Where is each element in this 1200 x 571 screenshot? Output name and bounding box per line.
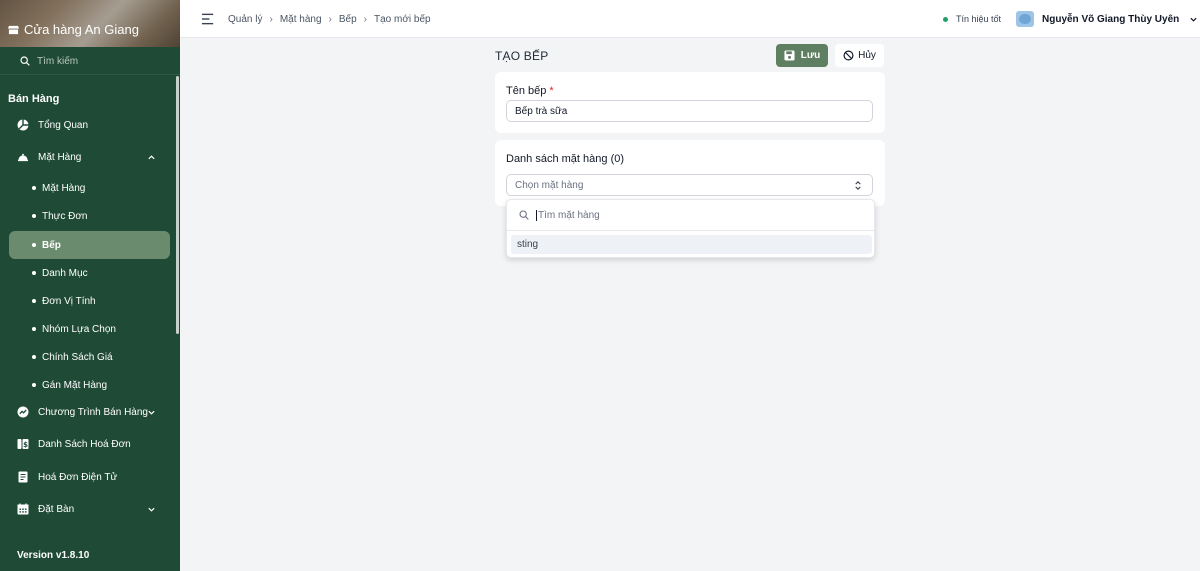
sidebar-item-overview[interactable]: Tổng Quan xyxy=(0,113,176,137)
items-card: Danh sách mặt hàng (0) Chọn mặt hàng xyxy=(495,140,885,206)
required-mark: * xyxy=(549,85,554,97)
user-name: Nguyễn Võ Giang Thùy Uyên xyxy=(1042,13,1180,25)
sidebar-item-label: Danh Sách Hoá Đơn xyxy=(38,438,131,450)
chevron-right-icon: › xyxy=(363,14,367,25)
sidebar-subitem-label: Danh Mục xyxy=(42,267,88,279)
bullet-dot xyxy=(32,327,36,331)
kitchen-name-card: Tên bếp * Bếp trà sữa xyxy=(495,72,885,133)
sidebar-subitem-assign-products[interactable]: Gán Mặt Hàng xyxy=(0,374,176,396)
search-icon xyxy=(20,56,30,66)
sidebar-item-label: Mặt Hàng xyxy=(38,151,82,163)
bullet-dot xyxy=(32,186,36,190)
e-invoice-icon xyxy=(17,471,29,483)
items-select[interactable]: Chọn mặt hàng xyxy=(506,174,873,196)
sidebar-subitem-option-groups[interactable]: Nhóm Lựa Chọn xyxy=(0,318,176,340)
page-title: TẠO BẾP xyxy=(495,49,549,63)
section-title: Bán Hàng xyxy=(8,93,60,105)
items-dropdown: Tìm mặt hàng sting xyxy=(506,199,875,258)
menu-toggle-icon[interactable] xyxy=(202,13,215,25)
sidebar-item-sales-programs[interactable]: Chương Trình Bán Hàng xyxy=(0,400,176,424)
sidebar-item-e-invoice[interactable]: Hoá Đơn Điện Tử xyxy=(0,465,176,489)
chevron-up-icon xyxy=(148,154,155,159)
sidebar: Cửa hàng An Giang Tìm kiếm Bán Hàng Tổng… xyxy=(0,0,180,571)
bullet-dot xyxy=(32,214,36,218)
chevron-right-icon: › xyxy=(328,14,332,25)
dropdown-option[interactable]: sting xyxy=(511,235,872,254)
chevron-up-down-icon xyxy=(855,181,861,190)
sidebar-subitem-categories[interactable]: Danh Mục xyxy=(0,262,176,284)
kitchen-name-label: Tên bếp * xyxy=(506,85,554,97)
signal-status: Tín hiệu tốt xyxy=(943,14,1001,24)
sidebar-subitem-label: Thực Đơn xyxy=(42,210,88,222)
sidebar-scrollbar[interactable] xyxy=(176,76,179,334)
breadcrumb: Quản lý › Mặt hàng › Bếp › Tạo mới bếp xyxy=(228,14,431,25)
save-button[interactable]: Lưu xyxy=(776,44,828,67)
store-header[interactable]: Cửa hàng An Giang xyxy=(0,0,180,47)
chevron-right-icon: › xyxy=(269,14,273,25)
user-menu[interactable]: Nguyễn Võ Giang Thùy Uyên xyxy=(1016,11,1198,27)
bullet-dot xyxy=(32,383,36,387)
sidebar-item-products[interactable]: Mặt Hàng xyxy=(0,145,176,169)
sidebar-subitem-kitchen[interactable]: Bếp xyxy=(9,231,170,259)
chevron-down-icon xyxy=(1190,17,1197,22)
search-placeholder: Tìm kiếm xyxy=(37,55,79,67)
kitchen-name-input[interactable]: Bếp trà sữa xyxy=(506,100,873,122)
save-button-label: Lưu xyxy=(800,50,821,61)
bullet-dot xyxy=(32,271,36,275)
sidebar-subitem-label: Mặt Hàng xyxy=(42,182,86,194)
bullet-dot xyxy=(32,355,36,359)
signal-dot-icon xyxy=(943,16,948,22)
store-icon xyxy=(8,25,19,35)
breadcrumb-item-products[interactable]: Mặt hàng xyxy=(280,14,322,25)
cancel-button-label: Hủy xyxy=(858,50,876,61)
sidebar-subitem-label: Nhóm Lựa Chọn xyxy=(42,323,116,335)
bullet-dot xyxy=(32,243,36,247)
sidebar-item-reservations[interactable]: Đặt Bàn xyxy=(0,497,176,521)
kitchen-name-label-text: Tên bếp xyxy=(506,85,547,97)
sidebar-item-label: Hoá Đơn Điện Tử xyxy=(38,471,118,483)
breadcrumb-item-kitchen[interactable]: Bếp xyxy=(339,14,357,25)
dropdown-search-input[interactable]: Tìm mặt hàng xyxy=(507,200,874,231)
sidebar-subitem-label: Bếp xyxy=(42,239,61,251)
sidebar-subitem-units[interactable]: Đơn Vị Tính xyxy=(0,290,176,312)
invoice-list-icon: $ xyxy=(17,438,29,450)
store-name: Cửa hàng An Giang xyxy=(24,22,139,37)
chevron-down-icon xyxy=(148,507,155,512)
sidebar-search[interactable]: Tìm kiếm xyxy=(0,48,180,75)
calendar-icon xyxy=(17,503,29,515)
signal-text: Tín hiệu tốt xyxy=(956,14,1002,24)
avatar xyxy=(1016,11,1034,27)
breadcrumb-item-management[interactable]: Quản lý xyxy=(228,14,262,25)
breadcrumb-item-create-kitchen: Tạo mới bếp xyxy=(374,14,431,25)
app-version: Version v1.8.10 xyxy=(17,550,90,561)
store-title[interactable]: Cửa hàng An Giang xyxy=(8,22,139,37)
sidebar-subitem-price-policy[interactable]: Chính Sách Giá xyxy=(0,346,176,368)
topbar: Quản lý › Mặt hàng › Bếp › Tạo mới bếp T… xyxy=(180,0,1200,38)
cancel-button[interactable]: Hủy xyxy=(835,44,884,67)
dropdown-search-placeholder: Tìm mặt hàng xyxy=(536,209,600,221)
food-tray-icon xyxy=(17,151,29,163)
sidebar-subitem-label: Đơn Vị Tính xyxy=(42,295,96,307)
sidebar-subitem-menu[interactable]: Thực Đơn xyxy=(0,205,176,227)
dashboard-icon xyxy=(17,119,29,131)
sidebar-item-label: Tổng Quan xyxy=(38,119,89,131)
sidebar-item-invoice-list[interactable]: $ Danh Sách Hoá Đơn xyxy=(0,432,176,456)
svg-text:$: $ xyxy=(23,441,28,449)
sidebar-subitem-label: Gán Mặt Hàng xyxy=(42,379,108,391)
chart-icon xyxy=(17,406,29,418)
sidebar-item-label: Chương Trình Bán Hàng xyxy=(38,406,148,418)
bullet-dot xyxy=(32,299,36,303)
save-icon xyxy=(784,50,795,61)
cancel-icon xyxy=(843,50,854,61)
items-select-placeholder: Chọn mặt hàng xyxy=(515,180,584,191)
sidebar-subitem-products[interactable]: Mặt Hàng xyxy=(0,177,176,199)
items-title: Danh sách mặt hàng (0) xyxy=(506,153,625,165)
sidebar-subitem-label: Chính Sách Giá xyxy=(42,351,113,363)
search-icon xyxy=(519,210,529,220)
sidebar-item-label: Đặt Bàn xyxy=(38,503,75,515)
chevron-down-icon xyxy=(148,410,155,415)
